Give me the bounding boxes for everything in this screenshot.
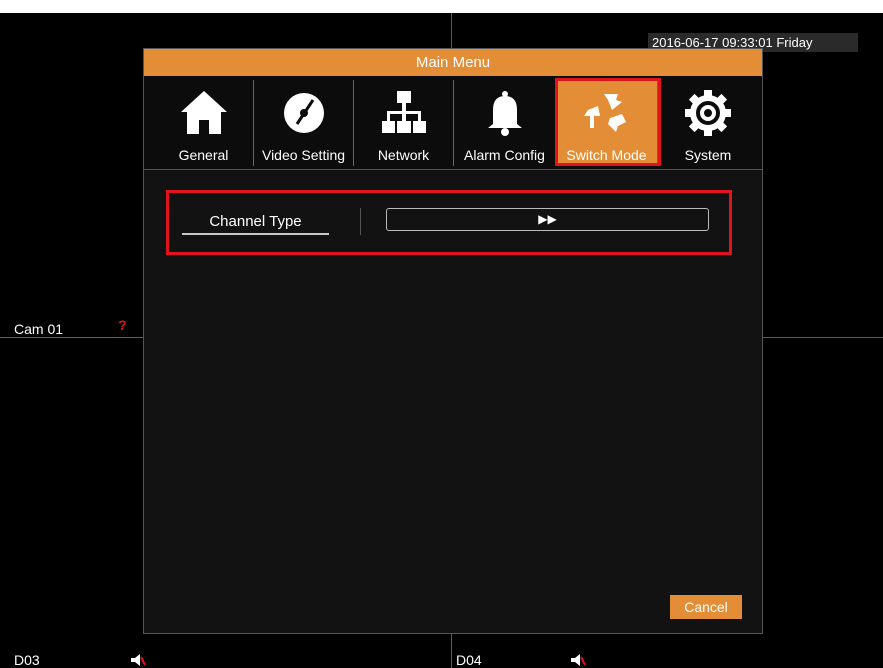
menu-tab-bar: General Video Setting Network Alarm Conf… bbox=[144, 76, 762, 170]
tab-label: Network bbox=[377, 147, 430, 163]
tab-label: Alarm Config bbox=[464, 147, 545, 163]
network-icon bbox=[381, 91, 426, 133]
speaker-muted-icon bbox=[131, 654, 146, 666]
tab-label: System bbox=[684, 147, 732, 163]
channel-type-underline bbox=[182, 233, 329, 235]
channel-type-label: Channel Type bbox=[209, 213, 302, 230]
tab-alarm-config[interactable]: Alarm Config bbox=[454, 80, 556, 166]
switch-mode-highlight bbox=[555, 78, 661, 166]
camera-alert-icon: ? bbox=[118, 317, 127, 333]
tab-general[interactable]: General bbox=[154, 80, 254, 166]
tab-label: General bbox=[178, 147, 229, 163]
grid-line-vertical bbox=[451, 634, 452, 668]
gear-icon bbox=[685, 90, 731, 136]
tab-system[interactable]: System bbox=[658, 80, 758, 166]
disc-icon bbox=[283, 93, 324, 133]
grid-line-horizontal bbox=[763, 337, 883, 338]
top-strip bbox=[0, 0, 883, 13]
camera-label-cam01: Cam 01 bbox=[14, 321, 64, 337]
tab-network[interactable]: Network bbox=[354, 80, 454, 166]
grid-line-horizontal bbox=[0, 337, 143, 338]
speaker-muted-icon bbox=[571, 654, 586, 666]
camera-label-d03: D03 bbox=[14, 652, 40, 668]
tab-video-setting[interactable]: Video Setting bbox=[254, 80, 354, 166]
home-icon bbox=[180, 91, 227, 134]
tab-label: Video Setting bbox=[261, 147, 346, 163]
main-menu-window: Main Menu General Video Setting Network … bbox=[143, 48, 763, 634]
grid-line-vertical bbox=[451, 13, 452, 49]
cancel-button[interactable]: Cancel bbox=[670, 595, 742, 619]
channel-type-selector[interactable]: ▶▶ bbox=[386, 208, 709, 231]
bell-icon bbox=[487, 91, 522, 136]
menu-title: Main Menu bbox=[144, 49, 762, 76]
camera-label-d04: D04 bbox=[456, 652, 482, 668]
divider bbox=[360, 208, 361, 235]
